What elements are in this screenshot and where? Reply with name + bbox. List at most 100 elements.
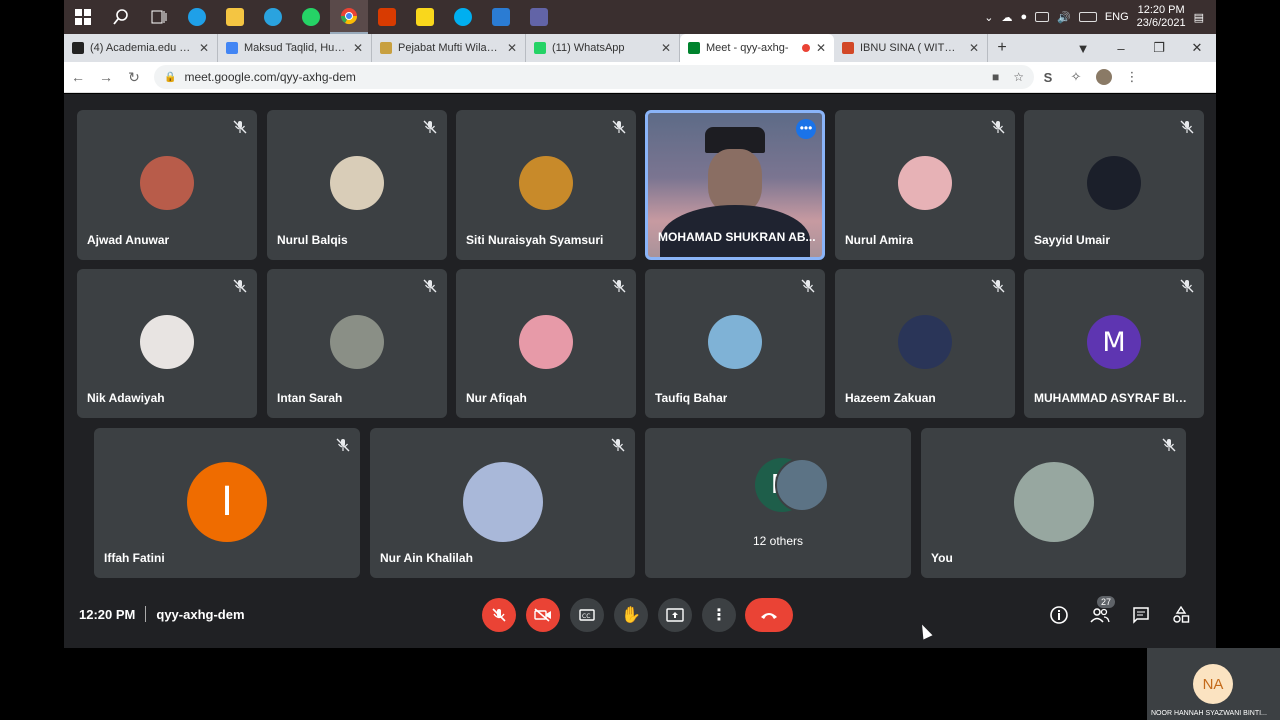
leave-call-button[interactable] <box>745 598 793 632</box>
more-options-button[interactable]: ⋮ <box>702 598 736 632</box>
office-icon[interactable] <box>368 0 406 34</box>
close-tab-icon[interactable]: ✕ <box>199 41 209 55</box>
mic-off-icon <box>492 608 506 622</box>
sticky-notes-icon[interactable] <box>406 0 444 34</box>
camera-icon[interactable]: ■ <box>992 70 999 84</box>
participant-tile[interactable]: Taufiq Bahar <box>645 269 825 418</box>
more-options-icon[interactable]: ••• <box>796 119 816 139</box>
file-explorer-icon[interactable] <box>216 0 254 34</box>
recording-indicator-icon <box>801 44 810 52</box>
teams-icon[interactable] <box>520 0 558 34</box>
microphone-icon[interactable]: ● <box>1020 11 1027 23</box>
cloud-icon[interactable]: ☁ <box>1001 11 1012 24</box>
participant-tile[interactable]: Siti Nuraisyah Syamsuri <box>456 110 636 260</box>
participant-tile[interactable]: You <box>921 428 1186 578</box>
tab-favicon-icon <box>534 42 546 54</box>
tab-title: (4) Academia.edu | Se <box>90 42 193 54</box>
info-icon <box>1050 606 1068 624</box>
participant-name: Nurul Balqis <box>277 233 348 247</box>
participant-tile[interactable]: Nur Afiqah <box>456 269 636 418</box>
close-tab-icon[interactable]: ✕ <box>353 41 363 55</box>
chevron-up-icon[interactable]: ⌄ <box>984 11 993 24</box>
search-icon[interactable] <box>102 0 140 34</box>
extensions-puzzle-icon[interactable]: ✧ <box>1062 69 1090 85</box>
windows-start-icon[interactable] <box>64 0 102 34</box>
forward-icon[interactable]: → <box>92 69 120 85</box>
participant-tile[interactable]: Hazeem Zakuan <box>835 269 1015 418</box>
tab-search-icon[interactable]: ▼ <box>1064 41 1102 56</box>
edge-icon[interactable] <box>178 0 216 34</box>
browser-tab[interactable]: Maksud Taqlid, Hukum ✕ <box>218 34 372 62</box>
browser-tab[interactable]: Meet - qyy-axhg- ✕ <box>680 34 834 62</box>
close-tab-icon[interactable]: ✕ <box>969 41 979 55</box>
participant-tile[interactable]: Nurul Balqis <box>267 110 447 260</box>
clock[interactable]: 12:20 PM 23/6/2021 <box>1137 4 1186 30</box>
self-preview-tile[interactable]: NA NOOR HANNAH SYAZWANI BINTI... <box>1147 648 1280 720</box>
participant-name: Iffah Fatini <box>104 551 165 565</box>
windows-taskbar: ⌄ ☁ ● 🔊 ENG 12:20 PM 23/6/2021 ▤ <box>64 0 1216 34</box>
muted-mic-icon <box>1180 279 1194 293</box>
present-screen-button[interactable] <box>658 598 692 632</box>
browser-tab[interactable]: (4) Academia.edu | Se ✕ <box>64 34 218 62</box>
participant-tile[interactable]: Intan Sarah <box>267 269 447 418</box>
close-tab-icon[interactable]: ✕ <box>816 41 826 55</box>
meeting-info-button[interactable] <box>1048 604 1070 626</box>
browser-tab[interactable]: Pejabat Mufti Wilayah ✕ <box>372 34 526 62</box>
captions-button[interactable]: CC <box>570 598 604 632</box>
participants-button[interactable]: 27 <box>1089 596 1115 626</box>
participant-tile[interactable]: Nik Adawiyah <box>77 269 257 418</box>
meeting-code: qyy-axhg-dem <box>156 606 245 622</box>
window-controls: ▼ – ❐ ✕ <box>1064 34 1216 62</box>
word-icon[interactable] <box>482 0 520 34</box>
browser-tab[interactable]: (11) WhatsApp ✕ <box>526 34 680 62</box>
lock-icon[interactable]: 🔒 <box>164 72 176 83</box>
camera-off-icon <box>534 608 551 622</box>
clock-time: 12:20 PM <box>1137 4 1185 16</box>
whatsapp-icon[interactable] <box>292 0 330 34</box>
extension-s-icon[interactable]: S <box>1034 70 1062 85</box>
address-bar[interactable]: 🔒 meet.google.com/qyy-axhg-dem ■ ☆ <box>154 65 1034 89</box>
activities-icon <box>1173 606 1190 623</box>
volume-icon[interactable]: 🔊 <box>1057 11 1071 24</box>
microphone-off-button[interactable] <box>482 598 516 632</box>
raise-hand-button[interactable]: ✋ <box>614 598 648 632</box>
muted-mic-icon <box>336 438 350 452</box>
participant-avatar: I <box>187 462 267 542</box>
bookmark-star-icon[interactable]: ☆ <box>1013 70 1024 84</box>
participant-tile[interactable]: M MUHAMMAD ASYRAF BIN ... <box>1024 269 1204 418</box>
chrome-icon[interactable] <box>330 0 368 34</box>
participant-tile[interactable]: I Iffah Fatini <box>94 428 360 578</box>
battery-icon[interactable] <box>1035 12 1050 22</box>
camera-off-button[interactable] <box>526 598 560 632</box>
url-text[interactable]: meet.google.com/qyy-axhg-dem <box>184 70 355 84</box>
chat-button[interactable] <box>1130 604 1152 626</box>
close-window-button[interactable]: ✕ <box>1178 40 1216 56</box>
browser-tab[interactable]: IBNU SINA ( WITH MC ✕ <box>834 34 988 62</box>
close-tab-icon[interactable]: ✕ <box>661 41 671 55</box>
tab-title: (11) WhatsApp <box>552 42 625 54</box>
speaker-face <box>708 149 762 213</box>
browser-tab-strip: (4) Academia.edu | Se ✕ Maksud Taqlid, Huk… <box>64 34 1216 62</box>
participant-tile[interactable]: Nurul Amira <box>835 110 1015 260</box>
muted-mic-icon <box>801 279 815 293</box>
activities-button[interactable] <box>1170 604 1192 626</box>
chrome-menu-icon[interactable]: ⋮ <box>1118 69 1146 85</box>
participant-tile[interactable]: ••• MOHAMAD SHUKRAN AB... <box>645 110 825 260</box>
close-tab-icon[interactable]: ✕ <box>507 41 517 55</box>
participant-tile[interactable]: Nur Ain Khalilah <box>370 428 635 578</box>
reload-icon[interactable]: ↻ <box>120 69 148 86</box>
skype-icon[interactable] <box>444 0 482 34</box>
participant-tile[interactable]: M12 others <box>645 428 911 578</box>
participant-tile[interactable]: Sayyid Umair <box>1024 110 1204 260</box>
telegram-icon[interactable] <box>254 0 292 34</box>
language-indicator[interactable]: ENG <box>1105 11 1129 23</box>
new-tab-button[interactable]: + <box>988 34 1016 62</box>
minimize-button[interactable]: – <box>1102 41 1140 56</box>
notification-icon[interactable]: ▤ <box>1194 11 1204 24</box>
keyboard-icon[interactable] <box>1078 12 1097 22</box>
profile-avatar[interactable] <box>1090 69 1118 86</box>
participant-tile[interactable]: Ajwad Anuwar <box>77 110 257 260</box>
back-icon[interactable]: ← <box>64 69 92 85</box>
restore-button[interactable]: ❐ <box>1140 40 1178 56</box>
task-view-icon[interactable] <box>140 0 178 34</box>
